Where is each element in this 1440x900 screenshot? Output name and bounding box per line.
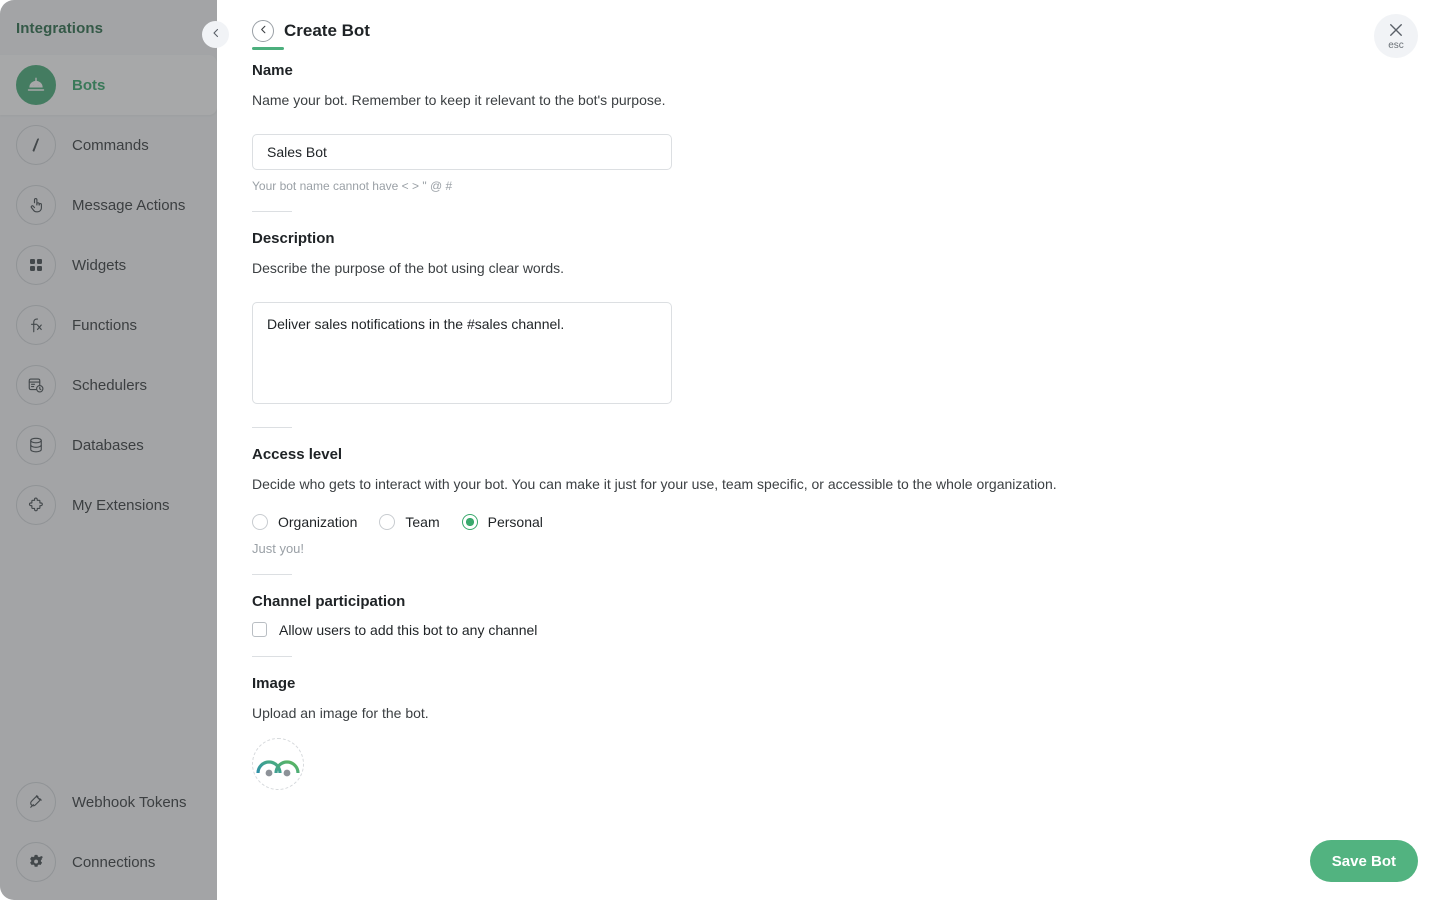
channel-participation-title: Channel participation — [252, 592, 406, 610]
close-button[interactable]: esc — [1374, 14, 1418, 58]
image-section-title: Image — [252, 674, 296, 692]
checkbox-mark — [252, 622, 267, 638]
radio-option-team[interactable]: Team — [379, 513, 440, 530]
chevron-left-icon — [210, 26, 222, 44]
radio-label: Team — [405, 513, 440, 530]
close-esc-label: esc — [1388, 40, 1404, 51]
modal-backdrop-scrim[interactable] — [0, 0, 217, 900]
access-level-selected-hint: Just you! — [252, 540, 305, 556]
name-section-description: Name your bot. Remember to keep it relev… — [252, 92, 666, 108]
page-title: Create Bot — [284, 21, 370, 40]
section-divider — [252, 211, 292, 213]
avatar-upload-icon[interactable] — [252, 737, 304, 790]
access-level-radio-group: Organization Team Personal — [252, 513, 1352, 530]
bot-name-input[interactable] — [252, 134, 672, 171]
image-section-description: Upload an image for the bot. — [252, 704, 429, 721]
radio-label: Personal — [487, 513, 543, 530]
checkbox-label: Allow users to add this bot to any chann… — [279, 621, 538, 638]
title-accent-underline — [252, 47, 284, 50]
app-window: Integrations Bots Commands Message Actio… — [0, 0, 1440, 900]
name-section: Name Name your bot. Remember to keep it … — [252, 62, 1352, 193]
back-button[interactable] — [252, 20, 274, 42]
create-bot-form: Name Name your bot. Remember to keep it … — [252, 62, 1352, 790]
close-icon — [1387, 21, 1405, 39]
chevron-left-icon — [258, 22, 269, 40]
bot-description-textarea[interactable] — [252, 302, 672, 405]
section-divider — [252, 573, 292, 575]
channel-participation-section: Channel participation Allow users to add… — [252, 593, 1352, 638]
access-level-title: Access level — [252, 446, 343, 464]
radio-mark — [461, 513, 478, 530]
description-section-description: Describe the purpose of the bot using cl… — [252, 260, 565, 277]
section-divider — [252, 427, 292, 429]
access-level-description: Decide who gets to interact with your bo… — [252, 476, 1057, 493]
radio-label: Organization — [278, 513, 358, 530]
name-section-title: Name — [252, 62, 293, 79]
description-section: Description Describe the purpose of the … — [252, 230, 1352, 409]
description-section-title: Description — [252, 230, 335, 248]
panel-header: Create Bot — [252, 20, 370, 42]
allow-add-to-channel-checkbox[interactable]: Allow users to add this bot to any chann… — [252, 622, 1352, 638]
access-level-section: Access level Decide who gets to interact… — [252, 446, 1352, 556]
save-bot-button[interactable]: Save Bot — [1309, 840, 1418, 882]
radio-mark — [252, 513, 268, 530]
radio-option-personal[interactable]: Personal — [461, 513, 543, 530]
create-bot-panel: Create Bot esc Name Name your bot. Remem… — [217, 0, 1440, 900]
section-divider — [252, 655, 292, 657]
sidebar-collapse-button[interactable] — [202, 21, 229, 48]
radio-mark — [379, 513, 396, 530]
radio-option-organization[interactable]: Organization — [252, 513, 358, 530]
image-section: Image Upload an image for the bot. — [252, 675, 1352, 790]
bot-name-hint: Your bot name cannot have < > " @ # — [252, 179, 453, 194]
